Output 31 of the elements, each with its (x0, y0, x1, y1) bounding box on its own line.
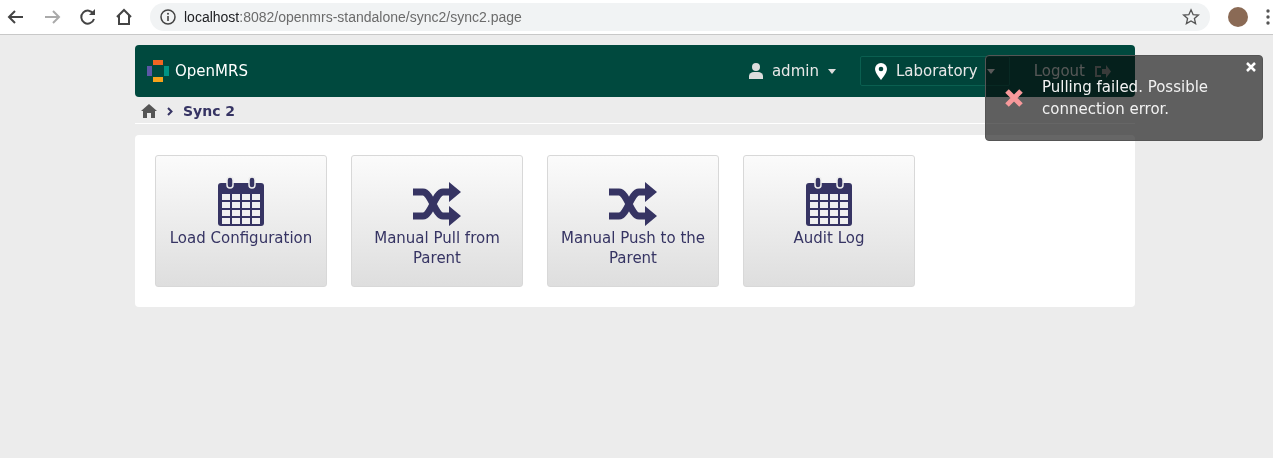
reload-icon[interactable] (78, 7, 98, 27)
toast-message: Pulling failed. Possible connection error. (1042, 78, 1210, 120)
user-icon (748, 63, 763, 79)
home-icon[interactable] (141, 104, 157, 118)
brand-name: OpenMRS (175, 62, 248, 80)
breadcrumb-item: Sync 2 (183, 103, 236, 119)
app-tile[interactable]: Manual Pull from Parent (351, 155, 523, 287)
app-tile[interactable]: Load Configuration (155, 155, 327, 287)
location-menu[interactable]: Laboratory (859, 56, 1010, 86)
url-text: localhost:8082/openmrs-standalone/sync2/sync2.page (184, 9, 522, 25)
shuffle-icon (411, 182, 463, 226)
caret-icon (986, 68, 995, 74)
close-button[interactable] (1246, 62, 1256, 72)
app-tile[interactable]: Manual Push to the Parent (547, 155, 719, 287)
chevron-icon (167, 106, 173, 116)
home-icon[interactable] (114, 7, 134, 27)
address-bar[interactable]: localhost:8082/openmrs-standalone/sync2/sync2.page (150, 3, 1210, 31)
error-icon (1004, 88, 1024, 108)
logo-icon (145, 58, 171, 84)
shuffle-icon (607, 182, 659, 226)
star-icon[interactable] (1182, 8, 1200, 26)
calendar-icon (217, 176, 265, 226)
app-tile[interactable]: Audit Log (743, 155, 915, 287)
user-menu[interactable]: admin (734, 62, 850, 80)
logout-icon (1094, 63, 1111, 79)
menu-icon[interactable] (1266, 9, 1270, 25)
info-icon (160, 9, 176, 25)
calendar-icon (805, 176, 853, 226)
map-pin-icon (874, 62, 887, 80)
avatar[interactable] (1228, 7, 1248, 27)
caret-icon (827, 68, 836, 74)
